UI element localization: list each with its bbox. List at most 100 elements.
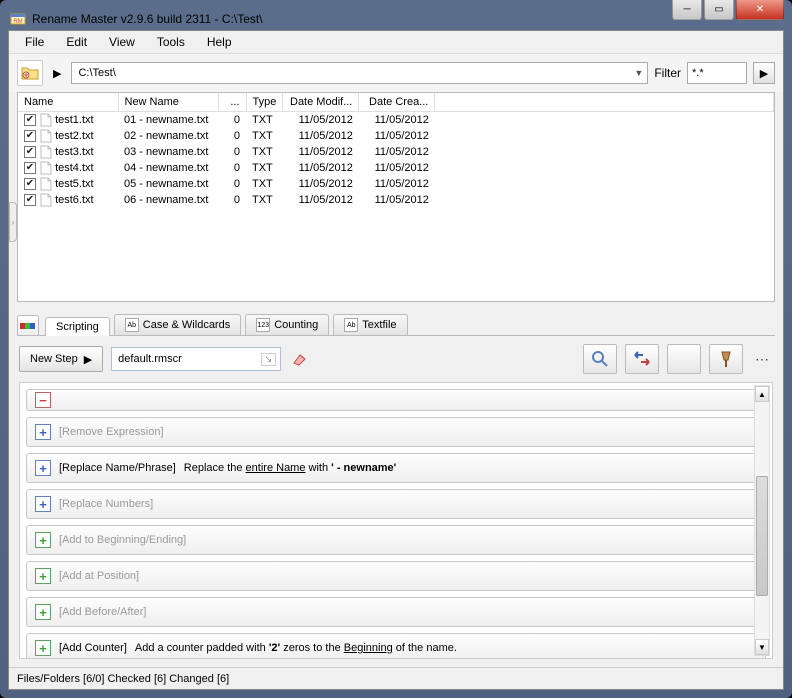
checkbox[interactable]: ✔: [24, 146, 36, 158]
path-value: C:\Test\: [78, 67, 115, 79]
table-row[interactable]: ✔ test6.txt06 - newname.txt0TXT11/05/201…: [18, 192, 774, 208]
file-name: test2.txt: [55, 129, 94, 141]
table-row[interactable]: ✔ test5.txt05 - newname.txt0TXT11/05/201…: [18, 176, 774, 192]
file-created: 11/05/2012: [359, 128, 435, 144]
case-icon: Ab: [125, 318, 139, 332]
file-size: 0: [218, 192, 246, 208]
menu-tools[interactable]: Tools: [147, 33, 195, 51]
script-name-input[interactable]: default.rmscr ↘: [111, 347, 281, 371]
file-name: test4.txt: [55, 161, 94, 173]
file-newname: 05 - newname.txt: [118, 176, 218, 192]
file-modified: 11/05/2012: [283, 144, 359, 160]
file-name: test6.txt: [55, 193, 94, 205]
file-newname: 03 - newname.txt: [118, 144, 218, 160]
plus-icon: +: [35, 496, 51, 512]
rename-button[interactable]: [625, 344, 659, 374]
step-remove-expression[interactable]: + [Remove Expression]: [26, 417, 766, 447]
checkbox[interactable]: ✔: [24, 130, 36, 142]
table-row[interactable]: ✔ test3.txt03 - newname.txt0TXT11/05/201…: [18, 144, 774, 160]
filter-input[interactable]: *.*: [687, 62, 747, 84]
filter-apply-button[interactable]: ▶: [753, 62, 775, 84]
chevron-right-icon: ▶: [84, 353, 92, 366]
file-type: TXT: [246, 176, 283, 192]
file-icon: [39, 193, 53, 207]
scroll-down-icon[interactable]: ▼: [755, 639, 769, 655]
menu-view[interactable]: View: [99, 33, 145, 51]
tabs-config-icon[interactable]: [17, 315, 39, 335]
col-type[interactable]: Type: [246, 93, 283, 111]
tab-case-wildcards[interactable]: AbCase & Wildcards: [114, 314, 241, 335]
minus-icon: −: [35, 392, 51, 408]
step-add-begin-end[interactable]: + [Add to Beginning/Ending]: [26, 525, 766, 555]
textfile-icon: Ab: [344, 318, 358, 332]
steps-pane: − + [Remove Expression] + [Replace Name/…: [19, 382, 773, 659]
tab-counting[interactable]: 123Counting: [245, 314, 329, 335]
step-add-before-after[interactable]: + [Add Before/After]: [26, 597, 766, 627]
step-add-counter[interactable]: + [Add Counter] Add a counter padded wit…: [26, 633, 766, 659]
file-newname: 06 - newname.txt: [118, 192, 218, 208]
script-toolbar: New Step ▶ default.rmscr ↘ ⋯: [9, 336, 783, 382]
step-add-at-position[interactable]: + [Add at Position]: [26, 561, 766, 591]
svg-text:RM: RM: [13, 19, 22, 25]
file-newname: 04 - newname.txt: [118, 160, 218, 176]
table-row[interactable]: ✔ test2.txt02 - newname.txt0TXT11/05/201…: [18, 128, 774, 144]
checkbox[interactable]: ✔: [24, 162, 36, 174]
file-name: test1.txt: [55, 113, 94, 125]
col-name[interactable]: Name: [18, 93, 118, 111]
file-icon: [39, 161, 53, 175]
close-button[interactable]: ✕: [736, 0, 784, 20]
preview-button[interactable]: [583, 344, 617, 374]
checkbox[interactable]: ✔: [24, 178, 36, 190]
new-step-button[interactable]: New Step ▶: [19, 346, 103, 372]
menu-file[interactable]: File: [15, 33, 54, 51]
tab-textfile[interactable]: AbTextfile: [333, 314, 407, 335]
file-table: Name New Name ... Type Date Modif... Dat…: [18, 93, 774, 208]
tabs-row: Scripting AbCase & Wildcards 123Counting…: [17, 312, 775, 336]
empty-button[interactable]: [667, 344, 701, 374]
browse-folder-button[interactable]: [17, 60, 43, 86]
plus-icon: +: [35, 532, 51, 548]
file-name: test3.txt: [55, 145, 94, 157]
tab-scripting[interactable]: Scripting: [45, 317, 110, 336]
file-created: 11/05/2012: [359, 160, 435, 176]
step-collapsed[interactable]: −: [26, 389, 766, 411]
plus-icon: +: [35, 568, 51, 584]
scrollbar[interactable]: ▲ ▼: [754, 385, 770, 656]
file-newname: 02 - newname.txt: [118, 128, 218, 144]
table-row[interactable]: ✔ test1.txt01 - newname.txt0TXT11/05/201…: [18, 111, 774, 128]
plus-icon: +: [35, 640, 51, 656]
app-icon: RM: [10, 11, 26, 27]
file-type: TXT: [246, 192, 283, 208]
menu-help[interactable]: Help: [197, 33, 242, 51]
clear-script-button[interactable]: [289, 348, 311, 370]
step-replace-name[interactable]: + [Replace Name/Phrase] Replace the enti…: [26, 453, 766, 483]
file-modified: 11/05/2012: [283, 176, 359, 192]
file-type: TXT: [246, 111, 283, 128]
col-modified[interactable]: Date Modif...: [283, 93, 359, 111]
minimize-button[interactable]: ─: [672, 0, 702, 20]
file-created: 11/05/2012: [359, 111, 435, 128]
scroll-up-icon[interactable]: ▲: [755, 386, 769, 402]
file-icon: [39, 177, 53, 191]
file-newname: 01 - newname.txt: [118, 111, 218, 128]
more-options-button[interactable]: ⋯: [751, 351, 773, 368]
file-icon: [39, 113, 53, 127]
menu-edit[interactable]: Edit: [56, 33, 97, 51]
file-modified: 11/05/2012: [283, 111, 359, 128]
col-newname[interactable]: New Name: [118, 93, 218, 111]
table-row[interactable]: ✔ test4.txt04 - newname.txt0TXT11/05/201…: [18, 160, 774, 176]
window-frame: RM Rename Master v2.9.6 build 2311 - C:\…: [0, 0, 792, 698]
step-replace-numbers[interactable]: + [Replace Numbers]: [26, 489, 766, 519]
file-type: TXT: [246, 144, 283, 160]
checkbox[interactable]: ✔: [24, 114, 36, 126]
options-button[interactable]: [709, 344, 743, 374]
scroll-thumb[interactable]: [756, 476, 768, 596]
checkbox[interactable]: ✔: [24, 194, 36, 206]
script-dropdown-icon[interactable]: ↘: [261, 353, 277, 366]
side-expand-grip[interactable]: ›: [9, 202, 17, 242]
path-go-button[interactable]: ▶: [49, 67, 65, 80]
maximize-button[interactable]: ▭: [704, 0, 734, 20]
col-created[interactable]: Date Crea...: [359, 93, 435, 111]
path-combo[interactable]: C:\Test\: [71, 62, 648, 84]
col-size[interactable]: ...: [218, 93, 246, 111]
